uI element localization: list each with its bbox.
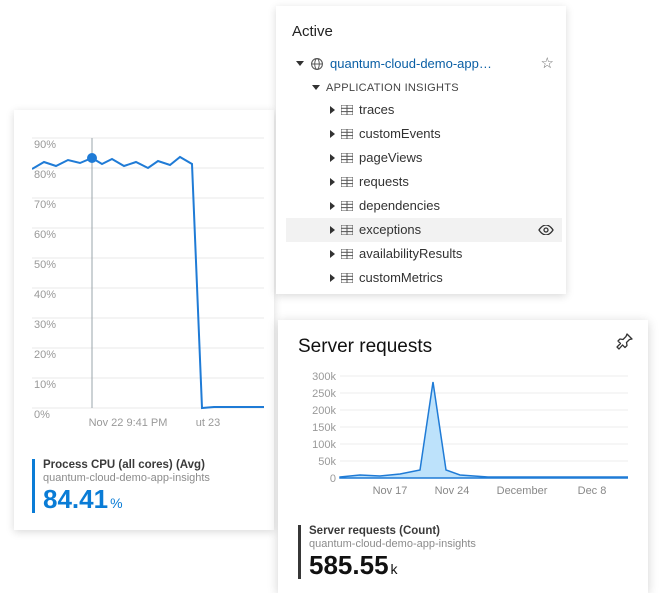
tree-app-node[interactable]: quantum-cloud-demo-app… ☆ bbox=[286, 50, 562, 78]
tree-item-dependencies[interactable]: dependencies bbox=[286, 194, 562, 218]
svg-text:0: 0 bbox=[330, 473, 336, 485]
server-requests-metric-value: 585.55k bbox=[309, 552, 630, 579]
svg-text:50k: 50k bbox=[318, 456, 336, 468]
svg-text:100k: 100k bbox=[312, 439, 336, 451]
tree-item-customevents[interactable]: customEvents bbox=[286, 122, 562, 146]
svg-text:December: December bbox=[497, 485, 548, 497]
svg-text:300k: 300k bbox=[312, 371, 336, 383]
server-requests-metric-subtitle: quantum-cloud-demo-app-insights bbox=[309, 538, 630, 550]
svg-text:40%: 40% bbox=[34, 289, 56, 301]
tree-item-pageviews[interactable]: pageViews bbox=[286, 146, 562, 170]
svg-text:30%: 30% bbox=[34, 319, 56, 331]
server-requests-metric-block: Server requests (Count) quantum-cloud-de… bbox=[298, 525, 630, 579]
svg-text:Dec 8: Dec 8 bbox=[578, 485, 607, 497]
cpu-metric-value: 84.41% bbox=[43, 486, 256, 513]
globe-icon bbox=[310, 57, 324, 71]
table-icon bbox=[341, 105, 353, 115]
svg-text:10%: 10% bbox=[34, 379, 56, 391]
server-requests-metric-title: Server requests (Count) bbox=[309, 525, 630, 538]
svg-text:Nov 24: Nov 24 bbox=[435, 485, 470, 497]
server-requests-card: Server requests 300k 250k 200k 150k 100k 50… bbox=[278, 320, 648, 593]
tree-item-custommetrics[interactable]: customMetrics bbox=[286, 266, 562, 290]
table-icon bbox=[341, 153, 353, 163]
svg-text:60%: 60% bbox=[34, 229, 56, 241]
server-requests-title: Server requests bbox=[298, 336, 630, 358]
tree-section-app-insights[interactable]: APPLICATION INSIGHTS bbox=[286, 78, 562, 98]
chevron-right-icon bbox=[330, 106, 335, 114]
star-icon[interactable]: ☆ bbox=[541, 50, 554, 78]
table-icon bbox=[341, 201, 353, 211]
cpu-chart-marker-label: Nov 22 9:41 PM bbox=[89, 417, 168, 429]
chevron-down-icon bbox=[296, 61, 304, 66]
tree-item-traces[interactable]: traces bbox=[286, 98, 562, 122]
chevron-right-icon bbox=[330, 226, 335, 234]
chevron-right-icon bbox=[330, 250, 335, 258]
eye-icon[interactable] bbox=[538, 225, 554, 235]
chevron-right-icon bbox=[330, 274, 335, 282]
svg-text:20%: 20% bbox=[34, 349, 56, 361]
svg-text:Nov 17: Nov 17 bbox=[373, 485, 408, 497]
chevron-right-icon bbox=[330, 154, 335, 162]
table-icon bbox=[341, 129, 353, 139]
cpu-chart[interactable]: 90% 80% 70% 60% 50% 40% 30% 20% 10% 0% Nov 22… bbox=[32, 128, 264, 440]
tree-app-label: quantum-cloud-demo-app… bbox=[330, 52, 535, 76]
tree-item-exceptions[interactable]: exceptions bbox=[286, 218, 562, 242]
table-icon bbox=[341, 177, 353, 187]
tree-item-availability[interactable]: availabilityResults bbox=[286, 242, 562, 266]
cpu-metric-card: 90% 80% 70% 60% 50% 40% 30% 20% 10% 0% Nov 22… bbox=[14, 110, 274, 530]
svg-text:0%: 0% bbox=[34, 409, 50, 421]
cpu-metric-subtitle: quantum-cloud-demo-app-insights bbox=[43, 472, 256, 484]
chevron-down-icon bbox=[312, 85, 320, 90]
chevron-right-icon bbox=[330, 178, 335, 186]
table-icon bbox=[341, 273, 353, 283]
svg-text:70%: 70% bbox=[34, 199, 56, 211]
svg-text:200k: 200k bbox=[312, 405, 336, 417]
cpu-metric-title: Process CPU (all cores) (Avg) bbox=[43, 459, 256, 472]
active-heading: Active bbox=[292, 18, 562, 46]
table-icon bbox=[341, 249, 353, 259]
tree-section-label: APPLICATION INSIGHTS bbox=[326, 78, 554, 98]
svg-text:80%: 80% bbox=[34, 169, 56, 181]
server-requests-chart[interactable]: 300k 250k 200k 150k 100k 50k 0 Nov 17 Nov 2… bbox=[298, 366, 628, 506]
chevron-right-icon bbox=[330, 202, 335, 210]
active-tree-panel: Active quantum-cloud-demo-app… ☆ APPLICA… bbox=[276, 6, 566, 294]
svg-text:150k: 150k bbox=[312, 422, 336, 434]
cpu-chart-xtick: ut 23 bbox=[196, 417, 220, 429]
pin-icon[interactable] bbox=[616, 332, 634, 350]
cpu-metric-block: Process CPU (all cores) (Avg) quantum-cl… bbox=[32, 459, 256, 513]
tree-item-requests[interactable]: requests bbox=[286, 170, 562, 194]
svg-text:250k: 250k bbox=[312, 388, 336, 400]
svg-text:50%: 50% bbox=[34, 259, 56, 271]
table-icon bbox=[341, 225, 353, 235]
chevron-right-icon bbox=[330, 130, 335, 138]
svg-text:90%: 90% bbox=[34, 139, 56, 151]
